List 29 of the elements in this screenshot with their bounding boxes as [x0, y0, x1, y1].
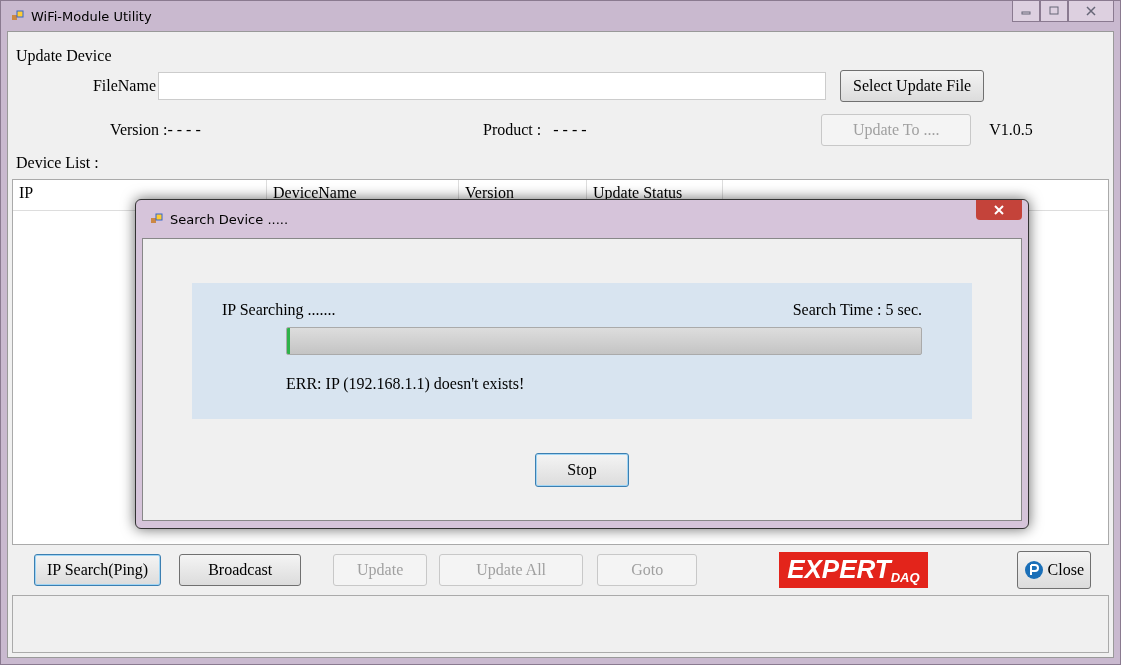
maximize-button[interactable]	[1040, 1, 1068, 22]
search-time: Search Time : 5 sec.	[792, 301, 922, 319]
search-status: IP Searching .......	[222, 301, 336, 319]
filename-label: FileName	[91, 77, 156, 95]
close-button[interactable]	[976, 200, 1022, 220]
version-label: Version	[109, 121, 159, 139]
app-icon	[150, 212, 164, 226]
close-icon	[994, 205, 1004, 215]
close-icon	[1086, 6, 1096, 16]
close-app-button[interactable]: Close	[1016, 551, 1091, 589]
close-button[interactable]	[1068, 1, 1114, 22]
dialog-title: Search Device .....	[170, 211, 289, 227]
window-title: WiFi-Module Utility	[31, 8, 152, 24]
select-file-button[interactable]: Select Update File	[840, 70, 985, 102]
action-button[interactable]: IP Search(Ping)	[34, 554, 162, 586]
group-legend: Update Device	[16, 46, 1109, 66]
error-message: ERR: IP (192.168.1.1) doesn't exists!	[286, 375, 526, 393]
version-value: :- - - -	[163, 121, 202, 139]
action-button[interactable]: Broadcast	[179, 554, 302, 586]
minimize-button[interactable]	[1012, 1, 1040, 22]
app-icon	[11, 9, 25, 23]
filename-field[interactable]	[158, 72, 826, 100]
version-text: V1.0.5	[989, 121, 1033, 139]
product-value: - - - -	[553, 121, 588, 139]
stop-button[interactable]: Stop	[535, 453, 629, 487]
maximize-icon	[1049, 6, 1059, 16]
device-list-label: Device List :	[16, 153, 100, 173]
product-label: Product :	[483, 121, 542, 139]
brand-logo: EXPERT$_{DAQ}$	[779, 552, 928, 588]
